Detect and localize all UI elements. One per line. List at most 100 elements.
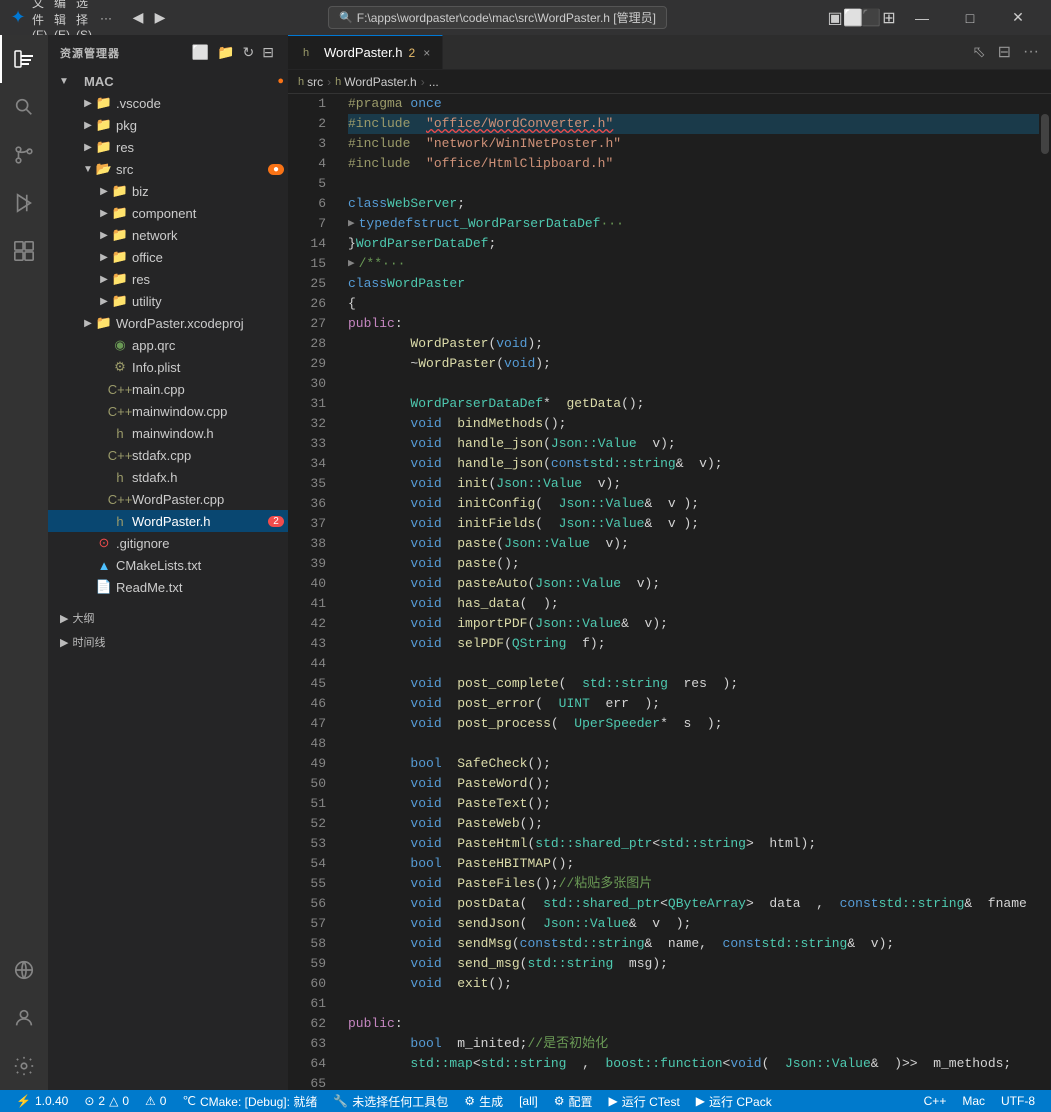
code-editor[interactable]: #pragma once #include "office/WordConver… [338, 94, 1039, 1090]
sidebar-item-xcodeproj[interactable]: ▶ 📁 WordPaster.xcodeproj [48, 312, 288, 334]
no-arrow [80, 557, 96, 573]
minimize-btn[interactable]: — [899, 0, 945, 35]
new-folder-btn[interactable]: 📁 [215, 42, 236, 63]
scrollbar-thumb[interactable] [1041, 114, 1049, 154]
line-num: 26 [288, 294, 338, 314]
split-editor-btn[interactable]: ⊟ [994, 40, 1015, 64]
sidebar-item-res-top[interactable]: ▶ 📁 res [48, 136, 288, 158]
titlebar-path-display[interactable]: 🔍 F:\apps\wordpaster\code\mac\src\WordPa… [328, 6, 667, 29]
file-menu[interactable]: 文件(F) [32, 10, 48, 26]
sidebar-item-vscode[interactable]: ▶ 📁 .vscode [48, 92, 288, 114]
status-cpp[interactable]: C++ [916, 1090, 955, 1112]
line-num: 57 [288, 914, 338, 934]
status-git-branch[interactable]: ⚡ 1.0.40 [8, 1090, 76, 1112]
tab-wordpaster-h[interactable]: h WordPaster.h 2 × [288, 35, 443, 69]
line-num: 54 [288, 854, 338, 874]
more-menu[interactable]: ··· [98, 10, 114, 26]
sidebar-item-label: mainwindow.cpp [132, 404, 284, 419]
sidebar-item-component[interactable]: ▶ 📁 component [48, 202, 288, 224]
sidebar-item-office[interactable]: ▶ 📁 office [48, 246, 288, 268]
code-line: void sendJson( Json::Value& v ); [348, 914, 1039, 934]
activity-settings[interactable] [0, 1042, 48, 1090]
sidebar-mac-label[interactable]: ▼ MAC ● [48, 70, 288, 92]
sidebar-item-mainwindow-cpp[interactable]: C++ mainwindow.cpp [48, 400, 288, 422]
status-cmake-text: CMake: [Debug]: 就绪 [200, 1093, 317, 1110]
sidebar-item-app-qrc[interactable]: ◉ app.qrc [48, 334, 288, 356]
maximize-btn[interactable]: □ [947, 0, 993, 35]
breadcrumb-more[interactable]: ... [429, 75, 439, 89]
status-encoding-text: UTF-8 [1001, 1094, 1035, 1108]
refresh-btn[interactable]: ↻ [241, 42, 257, 63]
sidebar-item-biz[interactable]: ▶ 📁 biz [48, 180, 288, 202]
status-run-cpack[interactable]: ▶ 运行 CPack [688, 1090, 780, 1112]
mac-expand-icon: ▼ [56, 73, 72, 89]
vscode-app-icon: ✦ [10, 10, 26, 26]
h-file-icon: h [112, 469, 128, 485]
sidebar-item-wordpaster-h[interactable]: h WordPaster.h 2 [48, 510, 288, 532]
activity-explorer[interactable] [0, 35, 48, 83]
sidebar-item-mainwindow-h[interactable]: h mainwindow.h [48, 422, 288, 444]
layout-btn4[interactable]: ⊞ [881, 10, 897, 26]
breadcrumb-src[interactable]: h src [298, 75, 323, 89]
sidebar-item-stdafx-cpp[interactable]: C++ stdafx.cpp [48, 444, 288, 466]
sidebar-item-cmakelists[interactable]: ▲ CMakeLists.txt [48, 554, 288, 576]
status-cmake-debug[interactable]: ℃ CMake: [Debug]: 就绪 [174, 1090, 325, 1112]
status-no-kit[interactable]: 🔧 未选择任何工具包 [325, 1090, 456, 1112]
scrollbar-track[interactable] [1039, 94, 1051, 1090]
status-run-ctest[interactable]: ▶ 运行 CTest [601, 1090, 688, 1112]
line-num: 4 [288, 154, 338, 174]
outline-section[interactable]: ▶ 大纲 [48, 606, 288, 630]
close-btn[interactable]: ✕ [995, 0, 1041, 35]
activity-source-control[interactable] [0, 131, 48, 179]
sidebar-item-pkg[interactable]: ▶ 📁 pkg [48, 114, 288, 136]
layout-toggle-btn[interactable]: ▣ [827, 10, 843, 26]
activity-remote[interactable] [0, 946, 48, 994]
nav-forward-btn[interactable]: ▶ [152, 10, 168, 26]
select-menu[interactable]: 选择(S) [76, 10, 92, 26]
sidebar-item-stdafx-h[interactable]: h stdafx.h [48, 466, 288, 488]
sidebar-item-label: stdafx.cpp [132, 448, 284, 463]
line-num: 47 [288, 714, 338, 734]
sidebar-item-wordpaster-cpp[interactable]: C++ WordPaster.cpp [48, 488, 288, 510]
tab-close-btn[interactable]: × [421, 44, 432, 62]
sidebar-item-label: WordPaster.cpp [132, 492, 284, 507]
sidebar-item-label: stdafx.h [132, 470, 284, 485]
sidebar-item-gitignore[interactable]: ⊙ .gitignore [48, 532, 288, 554]
code-line: void pasteAuto(Json::Value v); [348, 574, 1039, 594]
activity-search[interactable] [0, 83, 48, 131]
activity-accounts[interactable] [0, 994, 48, 1042]
line-num: 30 [288, 374, 338, 394]
status-errors[interactable]: ⊙ 2 △ 0 [76, 1090, 137, 1112]
sidebar-item-res-src[interactable]: ▶ 📁 res [48, 268, 288, 290]
sidebar-item-utility[interactable]: ▶ 📁 utility [48, 290, 288, 312]
collapse-all-btn[interactable]: ⊟ [260, 42, 276, 63]
new-file-btn[interactable]: ⬜ [190, 42, 211, 63]
activity-extensions[interactable] [0, 227, 48, 275]
code-line [348, 174, 1039, 194]
line-num: 36 [288, 494, 338, 514]
edit-menu[interactable]: 编辑(E) [54, 10, 70, 26]
line-num: 38 [288, 534, 338, 554]
code-line [348, 994, 1039, 1014]
layout-btn3[interactable]: ⬛ [863, 10, 879, 26]
h-icon: h [298, 76, 304, 88]
status-problems[interactable]: ⚠ 0 [137, 1090, 174, 1112]
open-editors-btn[interactable]: ⬁ [968, 40, 989, 64]
status-configure[interactable]: ⚙ 配置 [546, 1090, 601, 1112]
sidebar-item-readme[interactable]: 📄 ReadMe.txt [48, 576, 288, 598]
sidebar-item-network[interactable]: ▶ 📁 network [48, 224, 288, 246]
status-encoding[interactable]: UTF-8 [993, 1090, 1043, 1112]
status-mac[interactable]: Mac [954, 1090, 993, 1112]
activity-bar [0, 35, 48, 1090]
status-all[interactable]: [all] [511, 1090, 546, 1112]
breadcrumb-file[interactable]: h WordPaster.h [335, 75, 417, 89]
sidebar-item-info-plist[interactable]: ⚙ Info.plist [48, 356, 288, 378]
more-actions-btn[interactable]: ··· [1019, 41, 1043, 63]
layout-btn2[interactable]: ⬜ [845, 10, 861, 26]
timeline-section[interactable]: ▶ 时间线 [48, 630, 288, 654]
nav-back-btn[interactable]: ◀ [130, 10, 146, 26]
sidebar-item-src[interactable]: ▼ 📂 src ● [48, 158, 288, 180]
status-build[interactable]: ⚙ 生成 [456, 1090, 511, 1112]
sidebar-item-main-cpp[interactable]: C++ main.cpp [48, 378, 288, 400]
activity-run[interactable] [0, 179, 48, 227]
